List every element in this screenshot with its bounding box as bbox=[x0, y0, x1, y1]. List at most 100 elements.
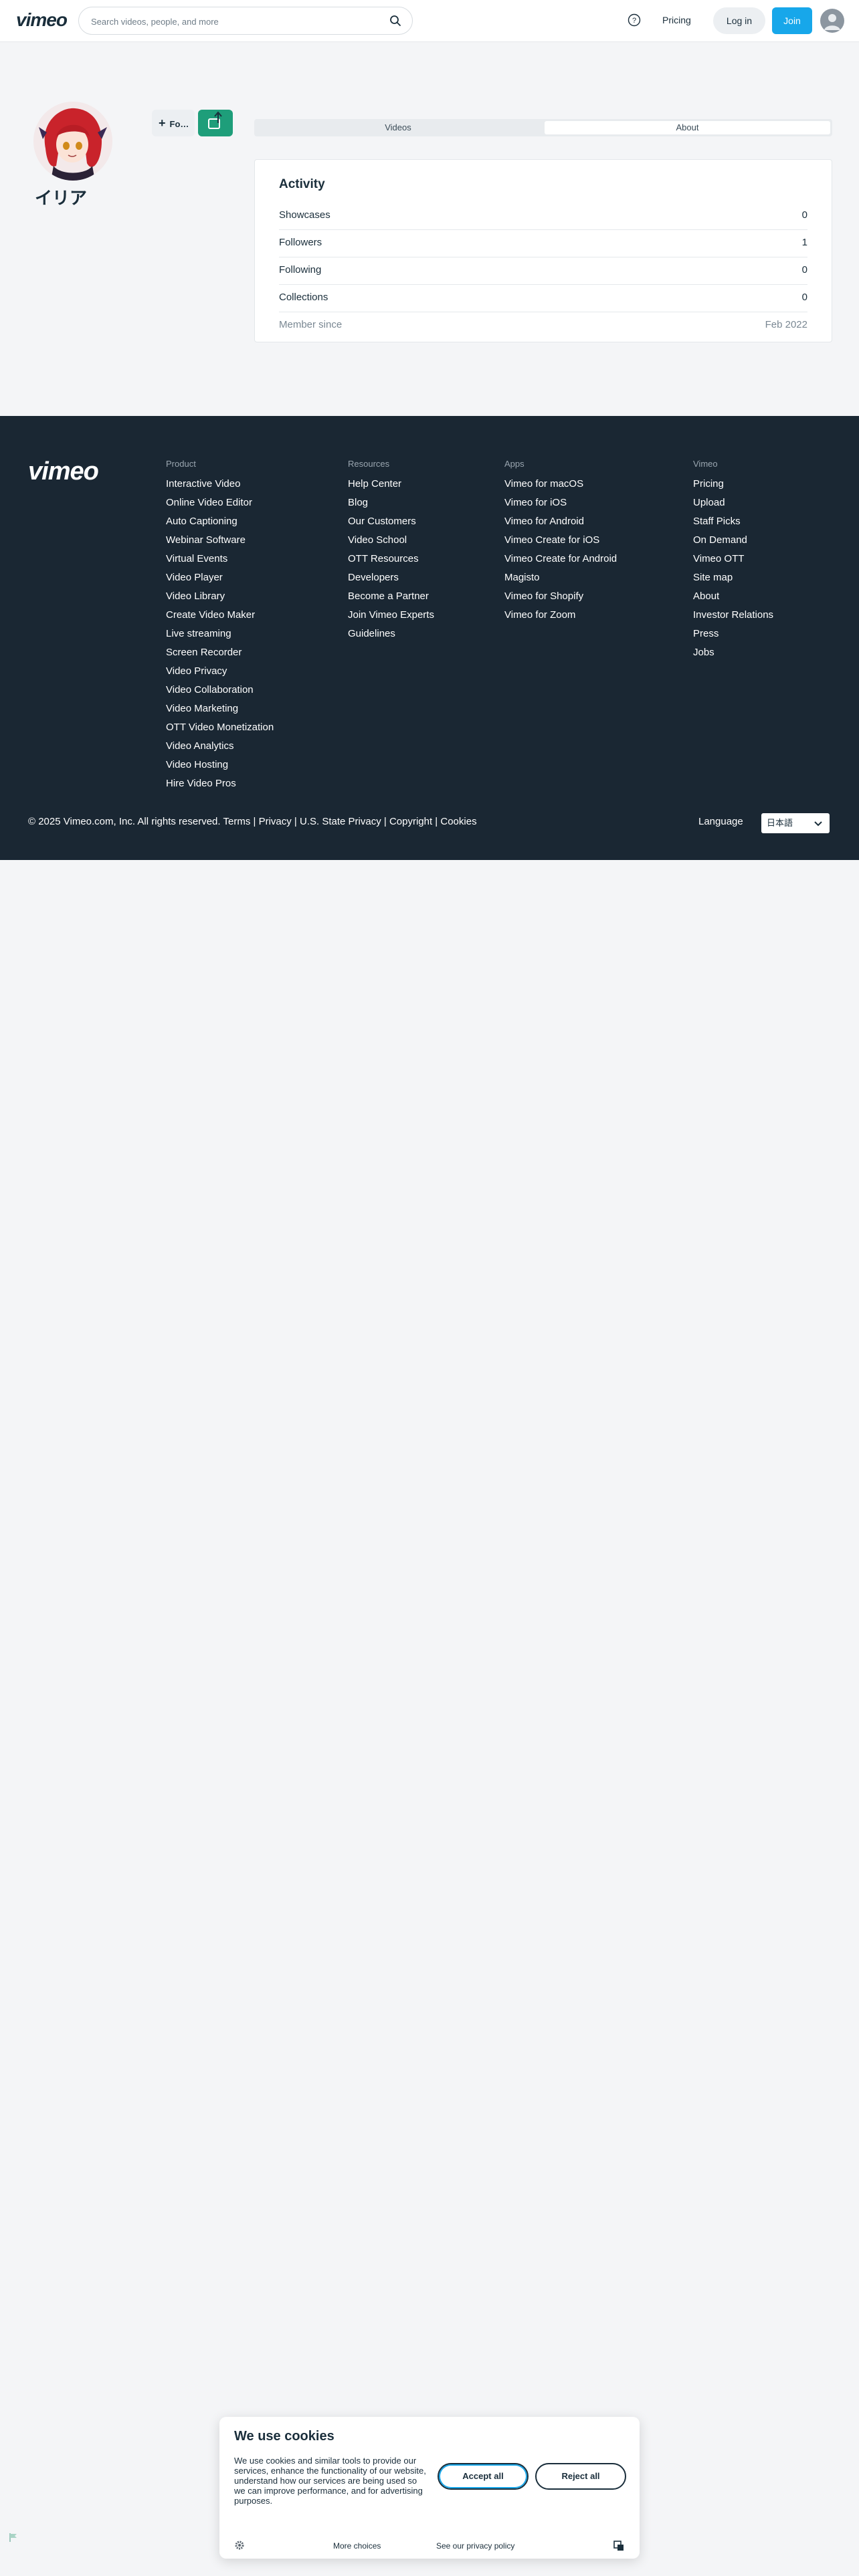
onetrust-icon[interactable] bbox=[613, 2540, 625, 2552]
footer-link[interactable]: Video Player bbox=[166, 568, 274, 587]
footer-link[interactable]: Live streaming bbox=[166, 625, 274, 643]
footer-link[interactable]: Video School bbox=[348, 531, 434, 550]
footer-link[interactable]: Press bbox=[693, 625, 773, 643]
search-icon[interactable] bbox=[389, 15, 401, 27]
anime-avatar-image bbox=[33, 102, 112, 181]
search-input[interactable] bbox=[90, 14, 380, 29]
tab-videos[interactable]: Videos bbox=[256, 121, 540, 134]
footer-link[interactable]: Join Vimeo Experts bbox=[348, 606, 434, 625]
footer-link[interactable]: Become a Partner bbox=[348, 587, 434, 606]
share-button[interactable] bbox=[198, 110, 233, 136]
language-select[interactable]: 日本語 bbox=[761, 813, 830, 833]
footer-link[interactable]: Guidelines bbox=[348, 625, 434, 643]
top-navigation: vimeo ? Pricing Log in Join bbox=[0, 0, 859, 42]
footer-link[interactable]: Vimeo for Android bbox=[504, 512, 617, 531]
user-avatar-icon[interactable] bbox=[820, 9, 844, 33]
state-privacy-link[interactable]: U.S. State Privacy bbox=[300, 816, 381, 827]
footer-column-apps: Apps Vimeo for macOS Vimeo for iOS Vimeo… bbox=[504, 459, 617, 625]
flag-icon[interactable] bbox=[8, 2532, 19, 2543]
share-icon bbox=[208, 111, 222, 129]
footer-link[interactable]: Create Video Maker bbox=[166, 606, 274, 625]
profile-name: イリア bbox=[35, 188, 88, 208]
footer-heading: Vimeo bbox=[693, 459, 718, 469]
footer-link[interactable]: Blog bbox=[348, 494, 434, 512]
privacy-policy-link[interactable]: See our privacy policy bbox=[436, 2541, 514, 2551]
gear-icon[interactable] bbox=[234, 2540, 245, 2551]
footer-link[interactable]: Vimeo for iOS bbox=[504, 494, 617, 512]
activity-label: Showcases bbox=[279, 209, 330, 221]
cookie-title: We use cookies bbox=[234, 2429, 335, 2444]
copyright-text: © 2025 Vimeo.com, Inc. All rights reserv… bbox=[28, 816, 221, 827]
footer-heading: Apps bbox=[504, 459, 524, 469]
nav-pricing-link[interactable]: Pricing bbox=[662, 15, 691, 25]
more-choices-link[interactable]: More choices bbox=[333, 2541, 381, 2551]
join-button[interactable]: Join bbox=[772, 7, 812, 34]
footer-link[interactable]: Video Analytics bbox=[166, 737, 274, 756]
activity-value: 0 bbox=[801, 209, 807, 221]
tab-about[interactable]: About bbox=[545, 121, 830, 134]
footer-link[interactable]: Investor Relations bbox=[693, 606, 773, 625]
terms-link[interactable]: Terms bbox=[223, 816, 250, 827]
footer-link[interactable]: Video Marketing bbox=[166, 700, 274, 718]
cookie-banner: We use cookies We use cookies and simila… bbox=[219, 2417, 640, 2559]
footer-link[interactable]: OTT Video Monetization bbox=[166, 718, 274, 737]
footer-link[interactable]: Video Hosting bbox=[166, 756, 274, 774]
accept-all-button[interactable]: Accept all bbox=[438, 2463, 529, 2490]
footer-link[interactable]: About bbox=[693, 587, 773, 606]
privacy-link[interactable]: Privacy bbox=[259, 816, 292, 827]
footer-column-resources: Resources Help Center Blog Our Customers… bbox=[348, 459, 434, 643]
footer-vimeo-logo[interactable]: vimeo bbox=[28, 457, 99, 486]
site-footer: vimeo Product Interactive Video Online V… bbox=[0, 416, 859, 860]
cookie-description: We use cookies and similar tools to prov… bbox=[234, 2456, 426, 2506]
profile-avatar bbox=[33, 102, 112, 181]
footer-link[interactable]: Interactive Video bbox=[166, 475, 274, 494]
footer-link[interactable]: Video Privacy bbox=[166, 662, 274, 681]
footer-link[interactable]: Online Video Editor bbox=[166, 494, 274, 512]
footer-link[interactable]: Video Collaboration bbox=[166, 681, 274, 700]
footer-link[interactable]: Help Center bbox=[348, 475, 434, 494]
footer-link[interactable]: Staff Picks bbox=[693, 512, 773, 531]
chevron-down-icon bbox=[814, 821, 822, 827]
search-box[interactable] bbox=[78, 7, 413, 35]
svg-text:?: ? bbox=[632, 17, 636, 25]
footer-link[interactable]: Jobs bbox=[693, 643, 773, 662]
activity-label: Member since bbox=[279, 319, 343, 330]
footer-link[interactable]: Vimeo OTT bbox=[693, 550, 773, 568]
footer-link[interactable]: Upload bbox=[693, 494, 773, 512]
language-value: 日本語 bbox=[767, 818, 793, 828]
activity-value: Feb 2022 bbox=[765, 319, 807, 330]
copyright-link[interactable]: Copyright bbox=[389, 816, 432, 827]
footer-link[interactable]: Magisto bbox=[504, 568, 617, 587]
footer-link[interactable]: Vimeo Create for Android bbox=[504, 550, 617, 568]
footer-link[interactable]: Auto Captioning bbox=[166, 512, 274, 531]
login-button[interactable]: Log in bbox=[713, 7, 765, 34]
footer-link[interactable]: OTT Resources bbox=[348, 550, 434, 568]
footer-link[interactable]: Vimeo Create for iOS bbox=[504, 531, 617, 550]
footer-link[interactable]: Hire Video Pros bbox=[166, 774, 274, 793]
footer-link[interactable]: Pricing bbox=[693, 475, 773, 494]
footer-link[interactable]: Screen Recorder bbox=[166, 643, 274, 662]
footer-link[interactable]: Developers bbox=[348, 568, 434, 587]
footer-link[interactable]: On Demand bbox=[693, 531, 773, 550]
vimeo-logo[interactable]: vimeo bbox=[16, 9, 68, 31]
cookies-link[interactable]: Cookies bbox=[440, 816, 476, 827]
person-icon bbox=[824, 14, 840, 30]
footer-link[interactable]: Virtual Events bbox=[166, 550, 274, 568]
footer-heading: Product bbox=[166, 459, 196, 469]
activity-value: 1 bbox=[801, 237, 807, 248]
language-label: Language bbox=[698, 816, 743, 827]
footer-link[interactable]: Site map bbox=[693, 568, 773, 587]
footer-link[interactable]: Our Customers bbox=[348, 512, 434, 531]
activity-value: 0 bbox=[801, 264, 807, 276]
activity-row-showcases: Showcases 0 bbox=[279, 203, 807, 230]
footer-link[interactable]: Vimeo for macOS bbox=[504, 475, 617, 494]
follow-button[interactable]: + Fo… bbox=[152, 110, 195, 136]
activity-card: Activity Showcases 0 Followers 1 Followi… bbox=[254, 159, 832, 342]
activity-label: Collections bbox=[279, 292, 328, 303]
footer-link[interactable]: Webinar Software bbox=[166, 531, 274, 550]
footer-link[interactable]: Vimeo for Zoom bbox=[504, 606, 617, 625]
reject-all-button[interactable]: Reject all bbox=[535, 2463, 626, 2490]
footer-link[interactable]: Video Library bbox=[166, 587, 274, 606]
help-icon[interactable]: ? bbox=[628, 13, 641, 27]
footer-link[interactable]: Vimeo for Shopify bbox=[504, 587, 617, 606]
